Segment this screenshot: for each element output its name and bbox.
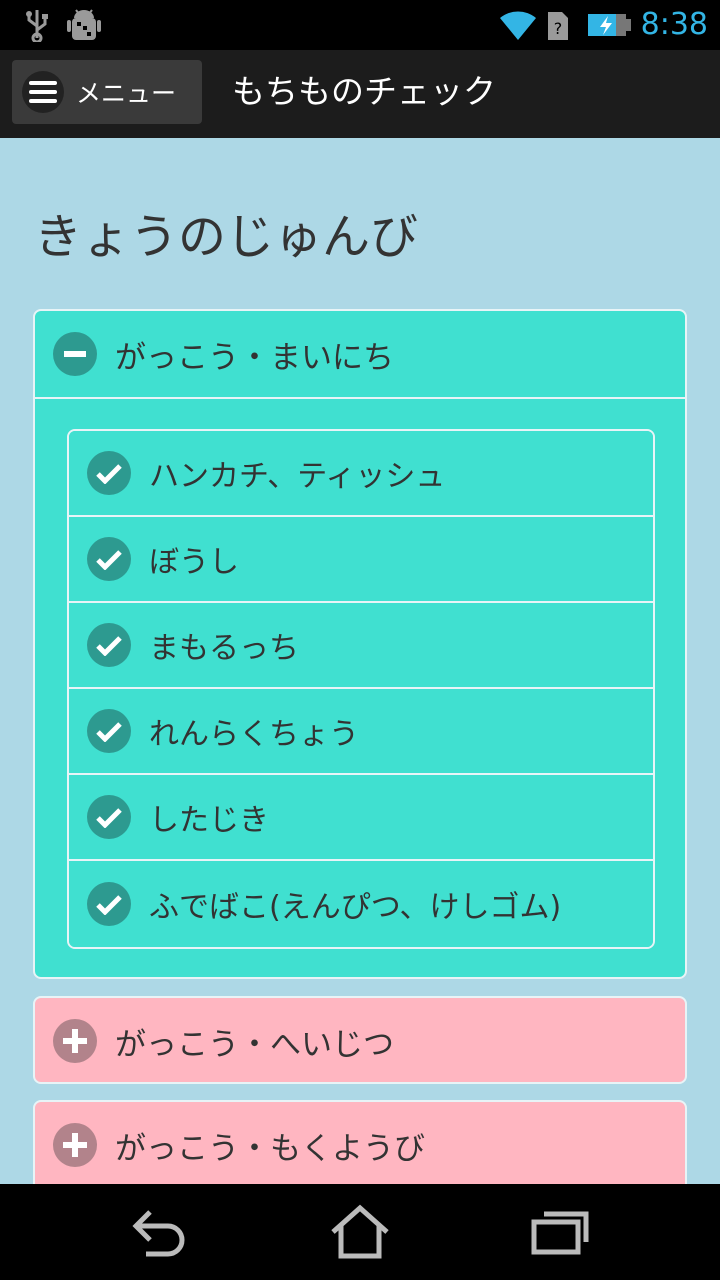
item-label: れんらくちょう [149, 717, 359, 752]
item-label: ハンカチ、ティッシュ [149, 459, 446, 494]
checklist-item[interactable]: ぼうし [69, 517, 653, 603]
no-sim-icon: ? [548, 12, 568, 40]
group-gakkou-mainichi: がっこう・まいにち ハンカチ、ティッシュ ぼうし まもるっち れんらくちょう し… [33, 309, 687, 979]
home-icon[interactable] [325, 1202, 395, 1262]
menu-label: メニュー [76, 79, 177, 108]
clock: 8:38 [640, 7, 708, 42]
menu-button[interactable]: メニュー [12, 60, 202, 124]
check-icon [87, 709, 131, 753]
group-header[interactable]: がっこう・もくようび [35, 1102, 685, 1184]
recent-apps-icon[interactable] [525, 1202, 595, 1262]
back-icon[interactable] [125, 1202, 195, 1262]
android-debug-icon [67, 9, 101, 40]
checklist-item[interactable]: したじき [69, 775, 653, 861]
group-title: がっこう・まいにち [115, 339, 394, 376]
group-gakkou-heijitsu[interactable]: がっこう・へいじつ [33, 996, 687, 1084]
plus-icon [53, 1123, 97, 1167]
main-content: きょうのじゅんび がっこう・まいにち ハンカチ、ティッシュ ぼうし まもるっち … [0, 138, 720, 1184]
group-gakkou-mokuyoubi[interactable]: がっこう・もくようび [33, 1100, 687, 1184]
check-icon [87, 882, 131, 926]
status-bar: ? 8:38 [0, 0, 720, 50]
item-label: したじき [149, 803, 269, 838]
check-icon [87, 537, 131, 581]
section-title: きょうのじゅんび [34, 209, 419, 265]
group-header[interactable]: がっこう・へいじつ [35, 998, 685, 1084]
app-header: メニュー もちものチェック [0, 50, 720, 138]
group-title: がっこう・へいじつ [115, 1026, 394, 1063]
item-label: ぼうし [149, 545, 239, 580]
group-header[interactable]: がっこう・まいにち [35, 311, 685, 397]
wifi-icon [500, 11, 536, 40]
item-label: まもるっち [149, 631, 299, 666]
divider [35, 397, 685, 399]
checklist-item[interactable]: れんらくちょう [69, 689, 653, 775]
check-icon [87, 623, 131, 667]
svg-text:?: ? [554, 19, 563, 38]
item-label: ふでばこ(えんぴつ、けしゴム) [149, 890, 562, 925]
hamburger-icon [22, 71, 64, 113]
checklist-item[interactable]: ふでばこ(えんぴつ、けしゴム) [69, 861, 653, 947]
group-title: がっこう・もくようび [115, 1130, 425, 1167]
checklist-item[interactable]: まもるっち [69, 603, 653, 689]
battery-charging-icon [588, 14, 631, 36]
plus-icon [53, 1019, 97, 1063]
page-title: もちものチェック [232, 72, 496, 111]
usb-icon [26, 10, 48, 42]
checklist: ハンカチ、ティッシュ ぼうし まもるっち れんらくちょう したじき ふでばこ(え… [67, 429, 655, 949]
check-icon [87, 451, 131, 495]
checklist-item[interactable]: ハンカチ、ティッシュ [69, 431, 653, 517]
minus-icon [53, 332, 97, 376]
navigation-bar [0, 1184, 720, 1280]
check-icon [87, 795, 131, 839]
